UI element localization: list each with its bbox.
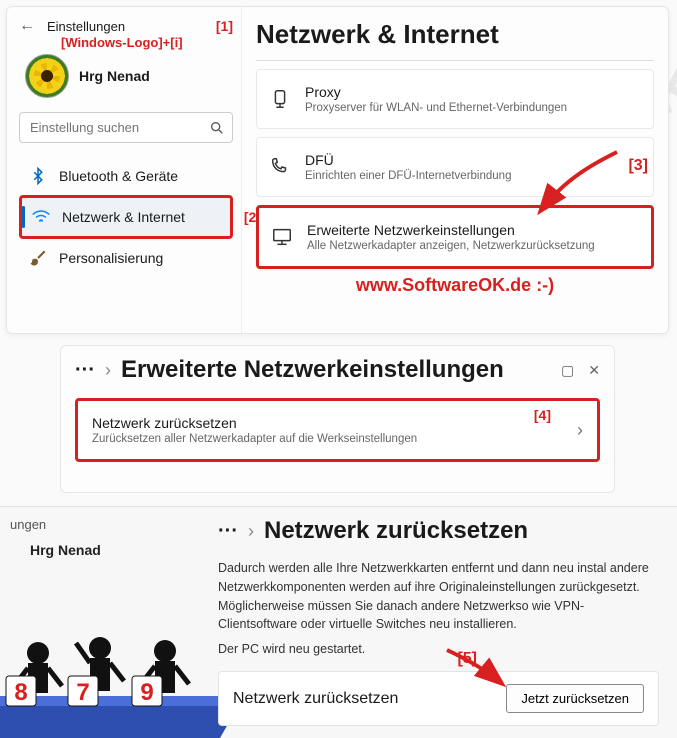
- phone-icon: [269, 156, 291, 178]
- setting-row-advanced[interactable]: Erweiterte Netzwerkeinstellungen Alle Ne…: [256, 205, 654, 269]
- breadcrumb-dots[interactable]: ···: [218, 520, 238, 543]
- sidebar-item-network[interactable]: Netzwerk & Internet: [19, 195, 233, 239]
- body-text: Dadurch werden alle Ihre Netzwerkkarten …: [218, 559, 659, 634]
- annotation-4: [4]: [534, 407, 551, 423]
- annotation-3: [3]: [628, 157, 648, 175]
- avatar[interactable]: [25, 54, 69, 98]
- setting-row-dfu[interactable]: DFÜ Einrichten einer DFÜ-Internetverbind…: [256, 137, 654, 197]
- chevron-right-icon: ›: [577, 420, 583, 441]
- setting-subtitle: Einrichten einer DFÜ-Internetverbindung: [305, 170, 511, 182]
- setting-title: DFÜ: [305, 152, 511, 168]
- setting-title: Netzwerk zurücksetzen: [92, 415, 417, 431]
- setting-row-proxy[interactable]: Proxy Proxyserver für WLAN- und Ethernet…: [256, 69, 654, 129]
- setting-subtitle: Proxyserver für WLAN- und Ethernet-Verbi…: [305, 102, 567, 114]
- username: Hrg Nenad: [30, 542, 200, 558]
- page-title: Erweiterte Netzwerkeinstellungen: [121, 356, 504, 384]
- back-label[interactable]: Einstellungen: [47, 19, 125, 34]
- panel3-sidebar-fragment: ungen Hrg Nenad 8 7 9: [0, 507, 210, 738]
- chevron-right-icon: ›: [248, 521, 254, 542]
- sidebar-item-personalization[interactable]: Personalisierung: [19, 239, 233, 277]
- wifi-icon: [32, 208, 50, 226]
- annotation-1: [1]: [216, 18, 233, 34]
- site-watermark-text: www.SoftwareOK.de :-): [256, 275, 654, 296]
- judges-cartoon: 8 7 9: [0, 608, 240, 738]
- reset-now-button[interactable]: Jetzt zurücksetzen: [506, 684, 644, 713]
- sidebar-item-label: Bluetooth & Geräte: [59, 168, 178, 184]
- action-row-reset: Netzwerk zurücksetzen Jetzt zurücksetzen: [218, 671, 659, 726]
- svg-text:8: 8: [14, 679, 27, 706]
- back-icon[interactable]: ←: [19, 17, 35, 35]
- setting-subtitle: Zurücksetzen aller Netzwerkadapter auf d…: [92, 433, 417, 445]
- annotation-shortcut: [Windows-Logo]+[i]: [61, 35, 233, 50]
- settings-window-panel-1: ← Einstellungen [1] [Windows-Logo]+[i] H…: [6, 6, 669, 334]
- search-icon[interactable]: [209, 120, 225, 136]
- brush-icon: [29, 249, 47, 267]
- svg-text:9: 9: [140, 679, 153, 706]
- cut-text: ungen: [10, 517, 200, 532]
- main-content: Netzwerk & Internet Proxy Proxyserver fü…: [242, 7, 668, 333]
- pc-icon: [271, 226, 293, 248]
- sidebar-item-label: Netzwerk & Internet: [62, 209, 185, 225]
- panel3-main: ··· › Netzwerk zurücksetzen Dadurch werd…: [210, 507, 677, 738]
- setting-row-network-reset[interactable]: Netzwerk zurücksetzen Zurücksetzen aller…: [75, 398, 600, 462]
- page-title: Netzwerk zurücksetzen: [264, 517, 528, 545]
- annotation-5: [5]: [457, 650, 477, 668]
- sidebar-item-bluetooth[interactable]: Bluetooth & Geräte: [19, 157, 233, 195]
- setting-subtitle: Alle Netzwerkadapter anzeigen, Netzwerkz…: [307, 240, 595, 252]
- maximize-icon[interactable]: ▢: [561, 362, 574, 379]
- setting-title: Erweiterte Netzwerkeinstellungen: [307, 222, 595, 238]
- settings-window-panel-3: ungen Hrg Nenad 8 7 9 ··· › Netzwerk zur…: [0, 506, 677, 738]
- body-text-restart: Der PC wird neu gestartet.: [218, 642, 659, 656]
- settings-window-panel-2: ··· › Erweiterte Netzwerkeinstellungen ▢…: [60, 345, 615, 493]
- breadcrumb-dots[interactable]: ···: [75, 359, 95, 382]
- chevron-right-icon: ›: [105, 360, 111, 381]
- sidebar: ← Einstellungen [1] [Windows-Logo]+[i] H…: [7, 7, 242, 333]
- bluetooth-icon: [29, 167, 47, 185]
- username: Hrg Nenad: [79, 68, 150, 84]
- close-icon[interactable]: ✕: [588, 362, 600, 379]
- svg-text:7: 7: [76, 679, 89, 706]
- page-title: Netzwerk & Internet: [256, 19, 654, 50]
- separator: [256, 60, 654, 61]
- setting-title: Proxy: [305, 84, 567, 100]
- proxy-icon: [269, 88, 291, 110]
- sidebar-item-label: Personalisierung: [59, 250, 163, 266]
- search-input[interactable]: [19, 112, 233, 143]
- action-row-label: Netzwerk zurücksetzen: [233, 690, 398, 708]
